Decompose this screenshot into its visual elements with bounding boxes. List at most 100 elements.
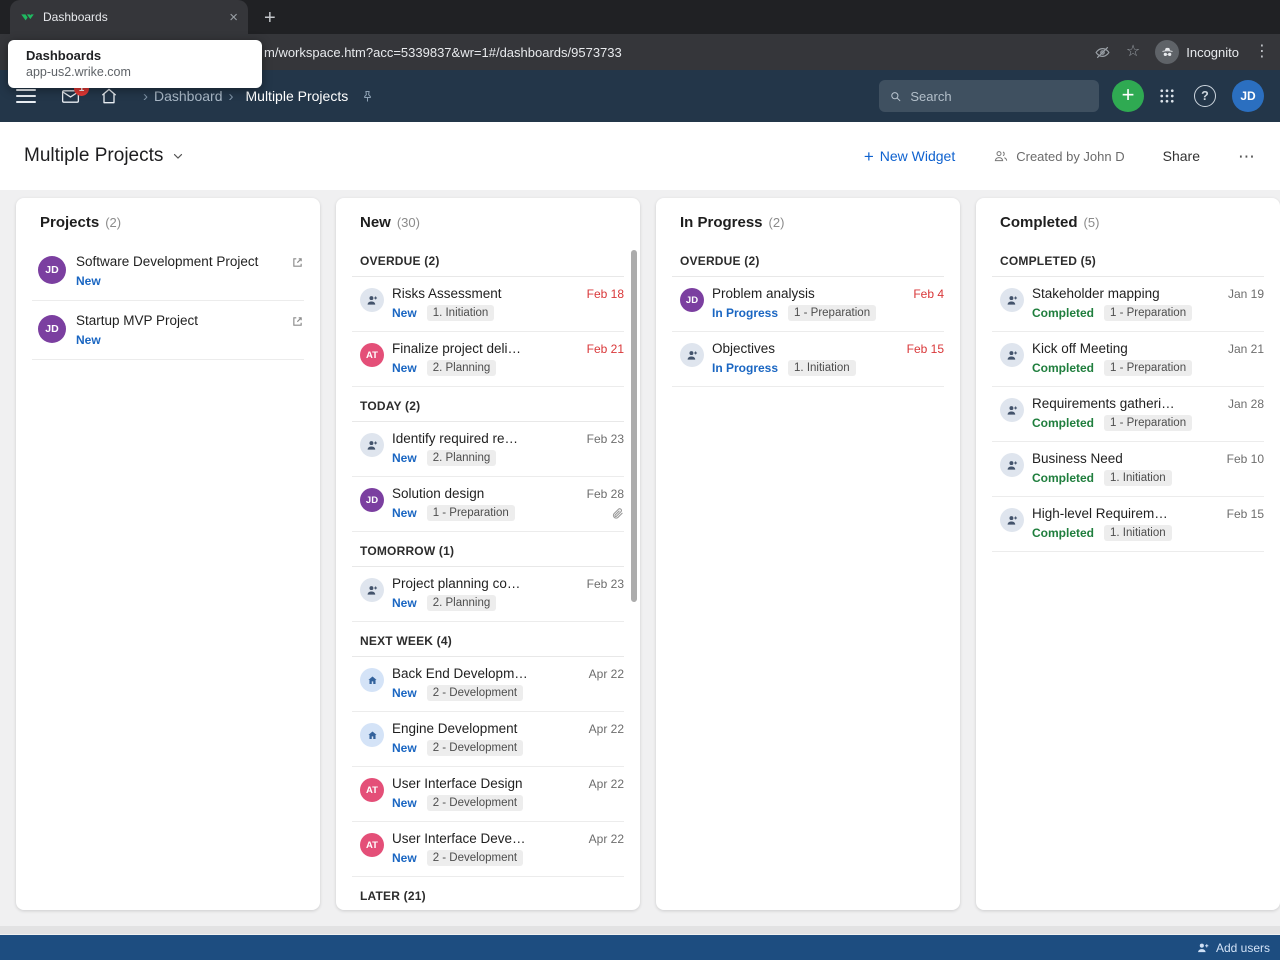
task-due-date: Feb 10 xyxy=(1226,452,1264,466)
open-project-icon[interactable] xyxy=(291,256,304,288)
dashboard-title-menu[interactable]: Multiple Projects xyxy=(24,145,185,167)
tab-close-icon[interactable]: × xyxy=(229,9,238,26)
tab-title: Dashboards xyxy=(43,10,108,24)
user-avatar[interactable]: JD xyxy=(1232,80,1264,112)
task-row[interactable]: High-level Requirem… Feb 15 Completed 1. In… xyxy=(992,497,1264,552)
avatar-person xyxy=(1000,343,1024,367)
task-title: Objectives xyxy=(712,341,776,356)
address-bar[interactable]: m/workspace.htm?acc=5339837&wr=1#/dashbo… xyxy=(264,45,1094,60)
column-count: (5) xyxy=(1083,215,1100,230)
section-header: NEXT WEEK (4) xyxy=(352,622,624,657)
task-stage-chip: 1. Initiation xyxy=(1104,525,1172,541)
column-header: New (30) xyxy=(336,198,640,242)
column-title: Completed xyxy=(1000,214,1078,231)
task-stage-chip: 2 - Development xyxy=(426,740,524,756)
tab-hover-card: Dashboards app-us2.wrike.com xyxy=(8,40,262,88)
attachment-icon xyxy=(611,507,624,520)
bookmark-star-icon[interactable]: ☆ xyxy=(1126,44,1140,60)
task-status: Completed xyxy=(1032,361,1095,375)
section-header: TOMORROW (1) xyxy=(352,532,624,567)
task-row[interactable]: AT User Interface Design Apr 22 New 2 - Deve… xyxy=(352,767,624,822)
project-row[interactable]: JD Software Development Project New xyxy=(32,242,304,301)
people-icon xyxy=(994,151,1008,162)
task-row[interactable]: Business Need Feb 10 Completed 1. Initiatio… xyxy=(992,442,1264,497)
task-row[interactable]: Project planning co… Feb 23 New 2. Planning xyxy=(352,567,624,622)
project-row[interactable]: JD Startup MVP Project New xyxy=(32,301,304,360)
breadcrumb-current[interactable]: Multiple Projects xyxy=(246,88,349,104)
task-status: New xyxy=(392,851,417,865)
column-body: OVERDUE (2) Risks Assessment Feb 18 New 1. I… xyxy=(336,242,640,910)
more-options-icon[interactable]: ⋯ xyxy=(1238,148,1256,165)
open-project-icon[interactable] xyxy=(291,315,304,347)
task-row[interactable]: JD Problem analysis Feb 4 In Progress 1 - Pr… xyxy=(672,277,944,332)
task-title: Project planning co… xyxy=(392,576,521,591)
browser-tab[interactable]: Dashboards × xyxy=(10,0,248,34)
help-icon[interactable]: ? xyxy=(1194,85,1216,107)
inbox-icon[interactable]: 1 xyxy=(60,80,89,107)
bottom-bar: Add users xyxy=(0,935,1280,960)
task-due-date: Jan 21 xyxy=(1227,342,1264,356)
board-columns: Projects (2) JD Software Development Projec… xyxy=(0,190,1280,910)
column-body: COMPLETED (5) Stakeholder mapping Jan 19 Co… xyxy=(976,242,1280,552)
task-stage-chip: 1 - Preparation xyxy=(426,505,515,521)
created-by-label: Created by John D xyxy=(1016,148,1125,164)
horizontal-scrollbar[interactable] xyxy=(0,926,1280,934)
incognito-label: Incognito xyxy=(1186,44,1239,60)
search-box[interactable] xyxy=(879,80,1099,112)
task-title: Stakeholder mapping xyxy=(1032,286,1160,301)
task-row[interactable]: Requirements gatheri… Jan 28 Completed 1 - … xyxy=(992,387,1264,442)
task-title: Back End Developm… xyxy=(392,666,528,681)
task-status: Completed xyxy=(1032,471,1095,485)
section-header: COMPLETED (5) xyxy=(992,242,1264,277)
add-users-button[interactable]: Add users xyxy=(1196,941,1270,955)
new-widget-label: New Widget xyxy=(879,148,956,164)
task-row[interactable]: Objectives Feb 15 In Progress 1. Initiation xyxy=(672,332,944,387)
task-row[interactable]: AT Finalize project deli… Feb 21 New 2. Plan… xyxy=(352,332,624,387)
browser-menu-icon[interactable]: ⋮ xyxy=(1254,44,1270,60)
task-row[interactable]: Risks Assessment Feb 18 New 1. Initiation xyxy=(352,277,624,332)
column-count: (30) xyxy=(396,215,420,230)
avatar-person xyxy=(1000,398,1024,422)
wrike-favicon-icon xyxy=(20,10,35,25)
breadcrumb-dashboard[interactable]: Dashboard xyxy=(154,88,223,104)
avatar-JD: JD xyxy=(360,488,384,512)
task-row[interactable]: AT User Interface Deve… Apr 22 New 2 - Devel… xyxy=(352,822,624,877)
pin-icon[interactable] xyxy=(360,89,375,104)
browser-tab-strip: Dashboards × + xyxy=(0,0,1280,34)
hover-card-domain: app-us2.wrike.com xyxy=(26,65,131,79)
task-status: New xyxy=(392,796,417,810)
search-icon xyxy=(891,91,901,101)
task-row[interactable]: Back End Developm… Apr 22 New 2 - Developme… xyxy=(352,657,624,712)
task-title: Requirements gatheri… xyxy=(1032,396,1175,411)
column-count: (2) xyxy=(768,215,785,230)
search-input[interactable] xyxy=(910,88,1089,104)
task-stage-chip: 2. Planning xyxy=(426,595,497,611)
new-widget-button[interactable]: + New Widget xyxy=(864,148,955,165)
task-row[interactable]: Stakeholder mapping Jan 19 Completed 1 - Pr… xyxy=(992,277,1264,332)
column-title: New xyxy=(360,214,391,231)
avatar-person xyxy=(680,343,704,367)
task-stage-chip: 1 - Preparation xyxy=(1104,415,1193,431)
task-row[interactable]: JD Solution design Feb 28 New 1 - Preparatio… xyxy=(352,477,624,532)
apps-grid-icon[interactable] xyxy=(1158,87,1176,105)
new-tab-button[interactable]: + xyxy=(264,8,276,28)
task-title: High-level Requirem… xyxy=(1032,506,1168,521)
create-new-button[interactable]: + xyxy=(1112,80,1144,112)
task-due-date: Feb 15 xyxy=(1226,507,1264,521)
section-header: LATER (21) xyxy=(352,877,624,910)
scrollbar-thumb[interactable] xyxy=(631,250,637,602)
task-row[interactable]: Engine Development Apr 22 New 2 - Developme… xyxy=(352,712,624,767)
task-stage-chip: 1. Initiation xyxy=(788,360,856,376)
task-due-date: Feb 23 xyxy=(586,577,624,591)
task-stage-chip: 2. Planning xyxy=(426,360,497,376)
task-due-date: Feb 15 xyxy=(906,342,944,356)
hamburger-menu-icon[interactable] xyxy=(16,89,36,103)
task-stage-chip: 2 - Development xyxy=(426,850,524,866)
task-due-date: Feb 21 xyxy=(586,342,624,356)
task-row[interactable]: Kick off Meeting Jan 21 Completed 1 - Prepa… xyxy=(992,332,1264,387)
share-button[interactable]: Share xyxy=(1163,148,1200,164)
avatar-person xyxy=(360,433,384,457)
eye-off-icon[interactable] xyxy=(1094,44,1111,61)
home-icon[interactable] xyxy=(99,86,119,106)
task-row[interactable]: Identify required re… Feb 23 New 2. Plannin… xyxy=(352,422,624,477)
